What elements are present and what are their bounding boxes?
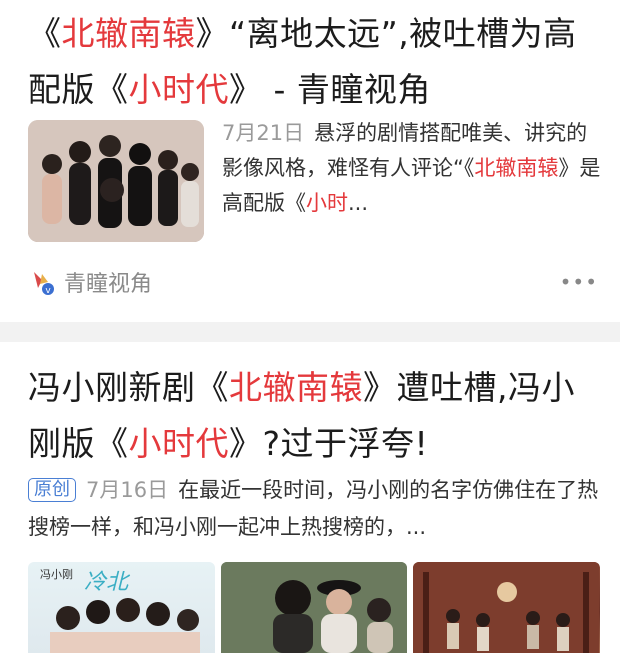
result-snippet-1: 7月21日 悬浮的剧情搭配唯美、讲究的影像风格，难怪有人评论“《北辙南辕》是高配版…	[222, 116, 602, 221]
photo-icon	[50, 598, 200, 653]
source-row[interactable]: v 青瞳视角	[28, 266, 152, 298]
title-highlight: 小时代	[128, 424, 229, 463]
result-snippet-2: 原创 7月16日 在最近一段时间，冯小刚的名字仿佛住在了热搜榜一样，和冯小刚一起冲上…	[28, 472, 606, 546]
photo-icon	[220, 562, 407, 653]
title-highlight: 小时代	[128, 70, 229, 109]
title-text: 》 - 青瞳视角	[229, 70, 431, 109]
more-options-icon[interactable]: •••	[560, 270, 598, 294]
result-image-3[interactable]	[413, 562, 601, 653]
result-image-1[interactable]: 冯小刚 冷北	[28, 562, 215, 653]
snippet-text: ...	[348, 191, 369, 215]
image-strip: 冯小刚 冷北	[28, 562, 601, 653]
card-divider	[0, 322, 620, 342]
title-text: 《	[28, 14, 62, 53]
result-title-1[interactable]: 《北辙南辕》“离地太远”,被吐槽为高配版《小时代》 - 青瞳视角	[28, 6, 608, 118]
snippet-highlight: 小时	[306, 191, 348, 215]
result-image-2[interactable]	[220, 562, 408, 653]
result-card-1[interactable]: 《北辙南辕》“离地太远”,被吐槽为高配版《小时代》 - 青瞳视角 7月21日 悬浮…	[0, 0, 620, 322]
title-highlight: 北辙南辕	[229, 368, 363, 407]
source-name: 青瞳视角	[64, 272, 153, 297]
result-title-2[interactable]: 冯小刚新剧《北辙南辕》遭吐槽,冯小刚版《小时代》?过于浮夸!	[28, 360, 598, 472]
snippet-highlight: 北辙南辕	[474, 156, 559, 180]
photo-icon	[413, 562, 600, 653]
source-logo-icon: v	[28, 268, 56, 296]
title-text: 冯小刚新剧《	[28, 368, 229, 407]
publish-date: 7月21日	[222, 121, 305, 145]
photo-icon	[28, 120, 204, 242]
svg-text:v: v	[45, 286, 51, 296]
publish-date: 7月16日	[86, 478, 169, 502]
result-card-2[interactable]: 冯小刚新剧《北辙南辕》遭吐槽,冯小刚版《小时代》?过于浮夸! 原创 7月16日 在最…	[0, 342, 620, 653]
title-text: 》?过于浮夸!	[229, 424, 429, 463]
original-badge: 原创	[28, 478, 76, 502]
title-highlight: 北辙南辕	[61, 14, 196, 53]
result-thumbnail[interactable]	[28, 120, 204, 242]
